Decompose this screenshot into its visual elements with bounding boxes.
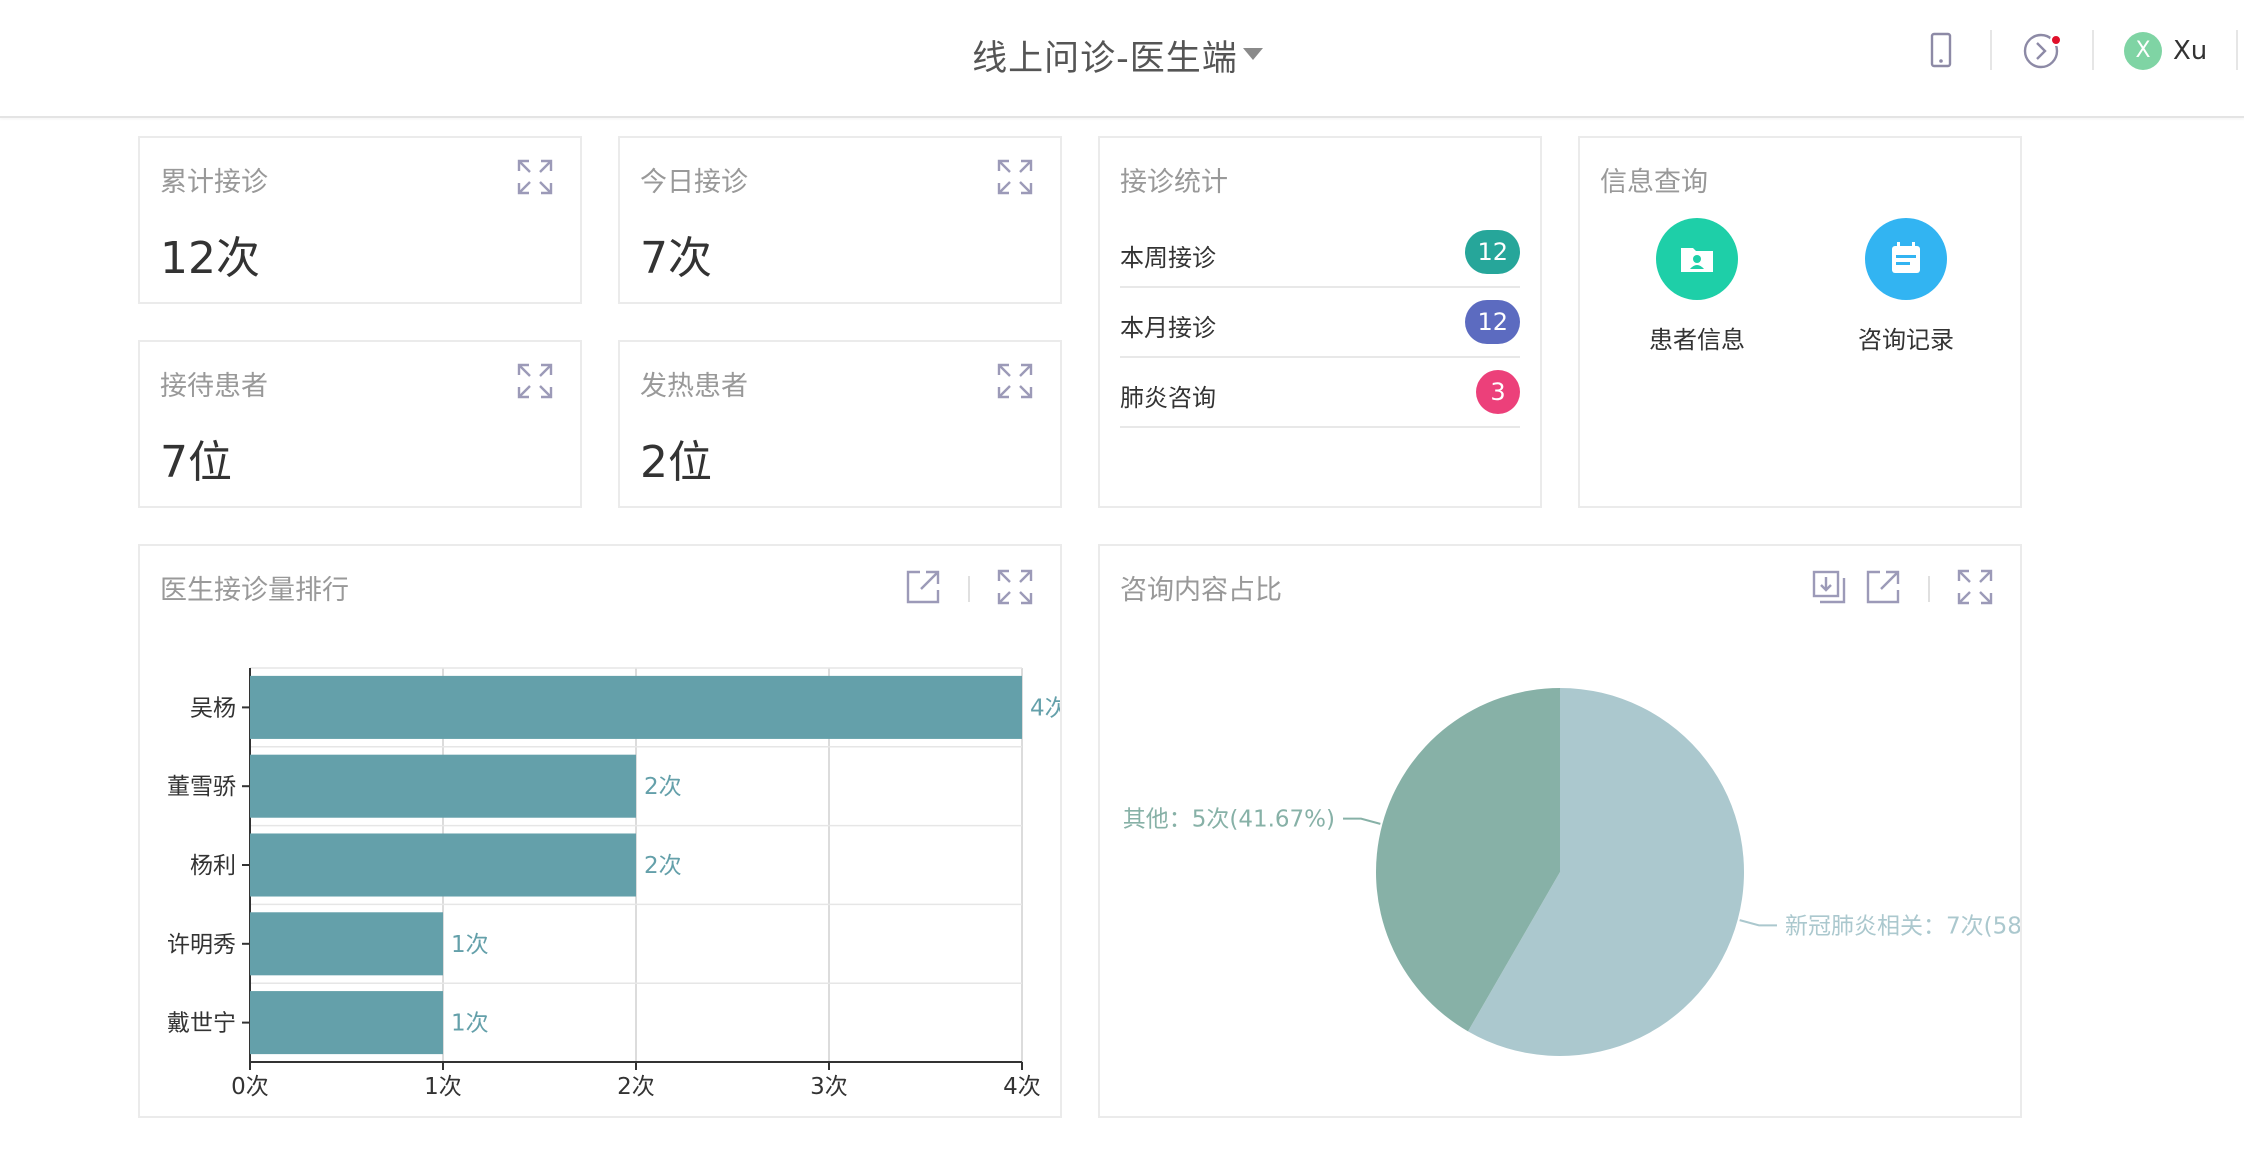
pie-slice-label: 新冠肺炎相关：7次(58 [1785, 913, 2020, 939]
header-separator [1990, 30, 1992, 70]
patients-card: 接待患者 7位 [138, 340, 582, 508]
query-label[interactable]: 患者信息 [1617, 320, 1777, 355]
card-value: 7位 [160, 437, 232, 488]
fever-patients-card: 发热患者 2位 [618, 340, 1062, 508]
doctor-ranking-bar-chart: 0次 1次 2次 3次 4次吴杨 4次董雪骄 2次杨利 2次许明秀 1次戴世宁 1次 [167, 667, 1060, 1100]
pie-label-line [1739, 919, 1777, 927]
x-tick-label: 4次 [1003, 1074, 1041, 1100]
mobile-icon[interactable] [1918, 28, 1964, 74]
header-separator [2092, 30, 2094, 70]
card-value: 2位 [640, 437, 712, 488]
query-label[interactable]: 咨询记录 [1826, 320, 1986, 355]
stat-label: 肺炎咨询 [1120, 384, 1216, 412]
stat-row[interactable]: 本周接诊 12 [1120, 218, 1520, 288]
calendar-list-icon [1892, 242, 1920, 273]
header-separator [2236, 30, 2238, 70]
bar-value-label: 2次 [644, 853, 682, 879]
stat-row[interactable]: 本月接诊 12 [1120, 288, 1520, 358]
category-label: 许明秀 [167, 932, 236, 958]
consult-content-pie-chart: 新冠肺炎相关：7次(58 其他：5次(41.67%) [1123, 688, 2020, 1056]
card-value: 7次 [640, 233, 712, 284]
expand-icon[interactable] [516, 362, 554, 400]
bar [250, 833, 636, 897]
pie-slice-label: 其他：5次(41.67%) [1123, 807, 1335, 833]
card-title: 今日接诊 [640, 167, 748, 198]
top-header: 线上问诊-医生端 X Xu [0, 0, 2244, 118]
card-title: 发热患者 [640, 371, 748, 402]
category-label: 杨利 [190, 853, 236, 879]
expand-icon[interactable] [516, 158, 554, 196]
card-title: 累计接诊 [160, 167, 268, 198]
category-label: 董雪骄 [167, 774, 236, 800]
x-tick-label: 2次 [617, 1074, 655, 1100]
stat-row[interactable]: 肺炎咨询 3 [1120, 358, 1520, 428]
consult-record-button[interactable] [1865, 218, 1947, 300]
category-label: 吴杨 [190, 695, 236, 721]
info-query-card: 信息查询 患者信息 咨询记录 [1578, 136, 2022, 508]
today-visits-card: 今日接诊 7次 [618, 136, 1062, 304]
bar-value-label: 1次 [451, 1011, 489, 1037]
category-label: 戴世宁 [167, 1011, 236, 1037]
expand-icon[interactable] [996, 158, 1034, 196]
pie-label-line [1343, 817, 1381, 825]
bar [250, 991, 443, 1055]
title-dropdown-caret-icon[interactable] [1243, 48, 1263, 60]
count-badge: 12 [1465, 230, 1520, 274]
app-title[interactable]: 线上问诊-医生端 [0, 30, 2210, 81]
x-tick-label: 3次 [810, 1074, 848, 1100]
total-visits-card: 累计接诊 12次 [138, 136, 582, 304]
bar-value-label: 2次 [644, 774, 682, 800]
card-title: 接诊统计 [1120, 167, 1228, 198]
card-title: 信息查询 [1600, 167, 1708, 198]
consult-content-card: 咨询内容占比 新冠肺炎相关：7次(58 其他：5次(41.67%) [1098, 544, 2022, 1118]
bar [250, 754, 636, 818]
count-badge: 3 [1476, 370, 1520, 414]
bar [250, 675, 1022, 739]
patient-info-button[interactable] [1656, 218, 1738, 300]
notification-dot-icon [2050, 34, 2062, 46]
stat-label: 本月接诊 [1120, 314, 1216, 342]
folder-user-icon [1681, 248, 1713, 272]
avatar[interactable]: X [2124, 32, 2162, 70]
expand-icon[interactable] [996, 362, 1034, 400]
x-tick-label: 1次 [424, 1074, 462, 1100]
x-tick-label: 0次 [231, 1074, 269, 1100]
doctor-ranking-card: 医生接诊量排行 0次 1次 2次 3次 4次 吴杨 4次 董雪骄 2次 杨利 2次 许明秀 1次 戴世宁 1… [138, 544, 1062, 1118]
user-name[interactable]: Xu [2173, 36, 2207, 66]
bar-value-label: 1次 [451, 932, 489, 958]
bar-value-label: 4次 [1030, 695, 1060, 721]
visit-stats-card: 接诊统计 本周接诊 12 本月接诊 12 肺炎咨询 3 [1098, 136, 1542, 508]
card-title: 接待患者 [160, 371, 268, 402]
count-badge: 12 [1465, 300, 1520, 344]
card-value: 12次 [160, 233, 260, 284]
bar [250, 912, 443, 976]
stat-label: 本周接诊 [1120, 244, 1216, 272]
